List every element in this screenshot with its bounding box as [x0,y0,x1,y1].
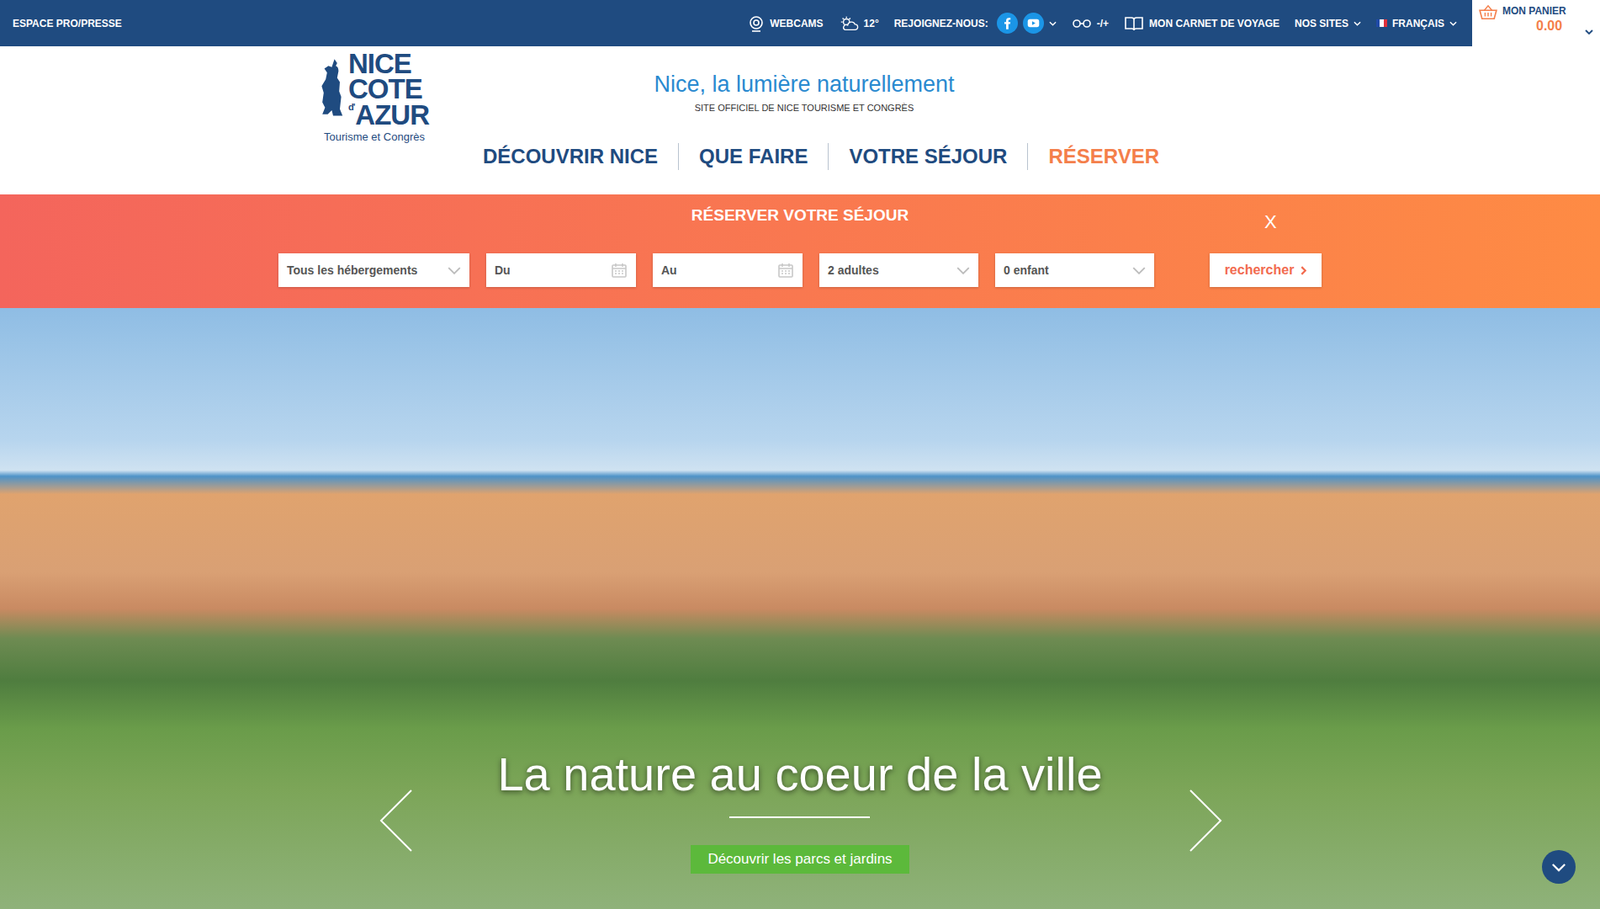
glasses-icon [1071,15,1092,32]
booking-title: RÉSERVER VOTRE SÉJOUR [691,206,909,225]
sites-menu[interactable]: NOS SITES [1294,17,1362,30]
chevron-down-icon [1449,21,1457,27]
previous-slide-icon[interactable] [379,788,414,853]
divider [729,815,870,818]
accessibility-toggle[interactable]: -/+ [1071,15,1109,32]
chevron-down-icon [956,266,970,275]
page: ESPACE PRO/PRESSE WEBCAMS 12° REJOIGNEZ-NOU… [0,0,1600,909]
chevron-down-icon [1353,21,1362,27]
site-header: NICECOTEd'AZUR Tourisme et Congrès Nice, l… [0,46,1600,195]
booking-field[interactable]: Tous les hébergements [278,253,470,287]
chevron-down-icon [1551,862,1567,872]
logo-word: COTE [348,76,430,102]
social-links [996,12,1057,34]
logo-subtitle: Tourisme et Congrès [323,130,425,144]
tagline: Nice, la lumière naturellement [653,71,954,98]
top-tools: WEBCAMS 12° REJOIGNEZ-NOUS: -/+ MON CARNET D… [747,0,1600,47]
youtube-icon[interactable] [1022,12,1044,34]
chevron-down-icon [1132,266,1146,275]
main-nav: DÉCOUVRIR NICEQUE FAIREVOTRE SÉJOURRÉSER… [462,143,1180,170]
logo[interactable]: NICECOTEd'AZUR Tourisme et Congrès [319,46,430,144]
social-label: REJOIGNEZ-NOUS: [894,17,989,30]
hero-photo [0,307,1600,909]
hero-button[interactable]: Découvrir les parcs et jardins [690,844,909,874]
cart-total: 0.00 [1502,18,1567,34]
chevron-down-icon [1584,29,1594,35]
chevron-right-icon [1300,265,1307,276]
booking-field[interactable]: Du [486,253,636,287]
cart-summary: MON PANIER0.00 [1502,5,1567,34]
calendar-icon [610,261,628,279]
hero-title: La nature au coeur de la ville [497,746,1102,801]
nav-item[interactable]: QUE FAIRE [678,143,828,170]
webcams-link[interactable]: WEBCAMS [747,15,823,32]
close-button[interactable]: X [1264,211,1277,234]
webcam-icon [747,15,765,32]
site-label: SITE OFFICIEL DE NICE TOURISME ET CONGRÈ… [694,102,915,113]
hero-slider: La nature au coeur de la ville Découvrir … [0,307,1600,909]
booking-field[interactable]: Au [652,253,803,287]
booking-panel: RÉSERVER VOTRE SÉJOUR X Tous les hébergeme… [0,194,1600,308]
booking-form: Tous les hébergements Du Au 2 adultes 0 enfa… [278,253,1322,287]
book-icon [1123,15,1145,32]
search-button[interactable]: rechercher [1209,253,1322,287]
pro-press-link[interactable]: ESPACE PRO/PRESSE [12,17,122,30]
next-slide-icon[interactable] [1188,788,1223,853]
travel-book-link[interactable]: MON CARNET DE VOYAGE [1123,15,1280,32]
facebook-icon[interactable] [996,12,1018,34]
nav-item[interactable]: DÉCOUVRIR NICE [462,143,679,170]
booking-field[interactable]: 2 adultes [819,253,979,287]
cart-label: MON PANIER [1502,5,1567,17]
top-bar: ESPACE PRO/PRESSE WEBCAMS 12° REJOIGNEZ-NOU… [0,0,1600,47]
sun-cloud-icon [838,15,859,32]
logo-word: NICE [348,51,430,77]
french-flag-icon [1376,19,1388,27]
calendar-icon [777,261,795,279]
basket-icon [1478,5,1498,21]
logo-word: d'AZUR [348,102,430,128]
statue-icon [319,52,347,128]
nav-item[interactable]: VOTRE SÉJOUR [827,143,1028,170]
chevron-down-icon [447,266,461,275]
weather: 12° [838,15,880,32]
nav-item[interactable]: RÉSERVER [1027,143,1180,170]
language-menu[interactable]: FRANÇAIS [1376,17,1457,30]
cart-button[interactable]: MON PANIER0.00 [1472,0,1600,47]
scroll-down-button[interactable] [1541,849,1576,884]
chevron-down-icon[interactable] [1049,21,1057,27]
booking-field[interactable]: 0 enfant [995,253,1155,287]
